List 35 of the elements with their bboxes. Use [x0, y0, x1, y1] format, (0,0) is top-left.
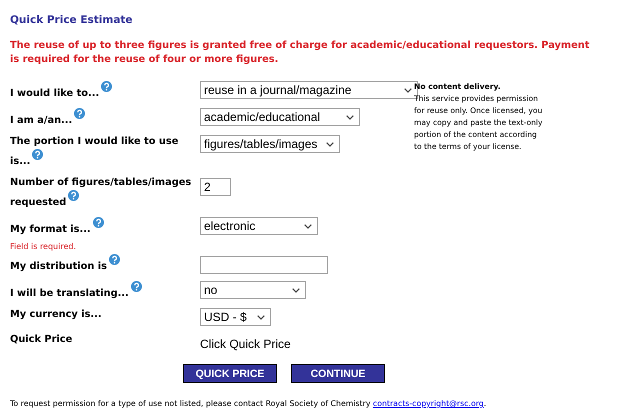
select-field[interactable]: figures/tables/images [200, 135, 340, 153]
help-icon[interactable] [101, 81, 112, 92]
field-label: My currency is... [10, 309, 102, 320]
input-field[interactable]: 2 [200, 178, 231, 196]
price-text: Click Quick Price [200, 337, 291, 351]
help-icon[interactable] [68, 190, 80, 201]
notice-text: The reuse of up to three figures is granted free of charge for academic/educational requestors. Payment is required for the reuse of four or more figures. [10, 39, 590, 67]
help-icon[interactable] [130, 281, 142, 292]
chevron-icon [304, 224, 312, 228]
help-icon[interactable] [92, 217, 104, 228]
field-label: I would like to... [10, 88, 112, 99]
field-label: My format is... [10, 224, 104, 235]
select-field[interactable]: electronic [200, 217, 318, 235]
page-title: Quick Price Estimate [10, 14, 134, 27]
field-label: I am a/an... [10, 115, 86, 126]
action-button[interactable]: CONTINUE [291, 364, 385, 383]
select-field[interactable]: USD - $ [200, 308, 271, 326]
select-field[interactable]: academic/educational [200, 108, 360, 126]
field-label: Quick Price [10, 334, 72, 345]
help-icon[interactable] [74, 108, 86, 119]
chevron-icon [346, 114, 354, 120]
field-label: The portion I would like to use is... [10, 136, 178, 167]
select-field[interactable]: no [200, 281, 306, 299]
chevron-icon [326, 142, 334, 146]
chevron-icon [292, 288, 300, 292]
field-label: I will be translating... [10, 288, 142, 299]
help-icon[interactable] [32, 149, 44, 160]
error-message: Field is required. [10, 242, 78, 251]
field-label: Number of figures/tables/images requested [10, 177, 192, 208]
help-icon[interactable] [108, 254, 120, 265]
action-button[interactable]: QUICK PRICE [183, 364, 277, 383]
input-field[interactable] [200, 256, 328, 274]
chevron-icon [257, 314, 265, 320]
chevron-icon [404, 88, 412, 92]
field-label: My distribution is [10, 261, 120, 272]
